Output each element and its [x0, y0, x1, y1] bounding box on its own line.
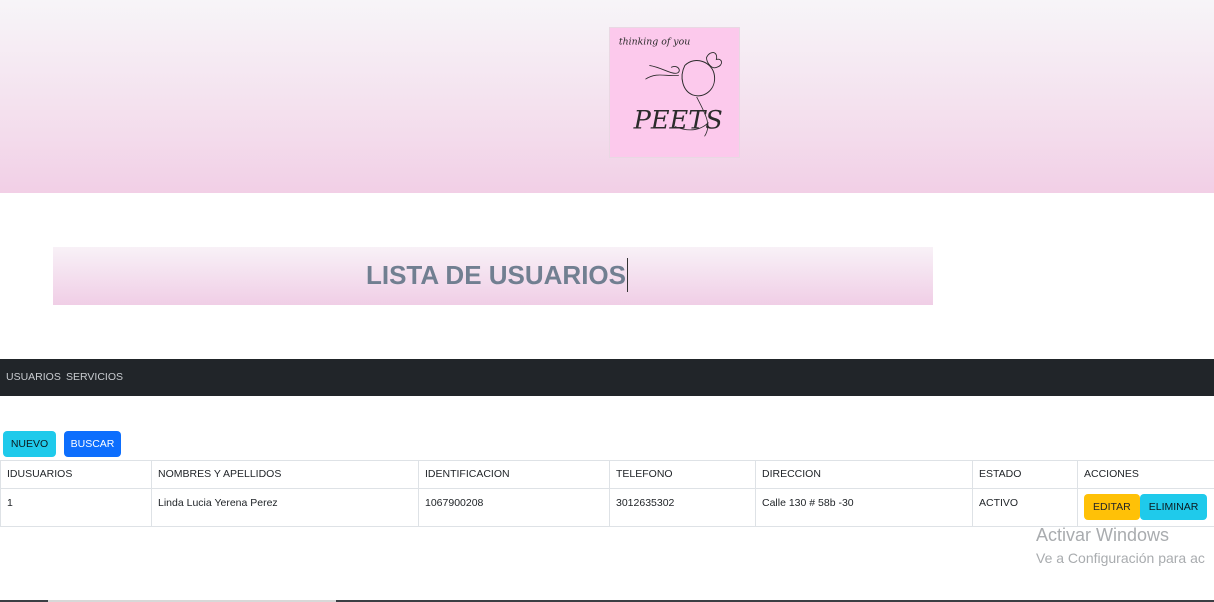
- column-header-phone: TELEFONO: [609, 460, 756, 489]
- page-title: LISTA DE USUARIOS: [365, 260, 626, 290]
- nav-item-servicios[interactable]: SERVICIOS: [66, 359, 123, 396]
- edit-button[interactable]: EDITAR: [1084, 494, 1140, 520]
- column-header-address: DIRECCION: [755, 460, 973, 489]
- text-cursor: [627, 258, 628, 293]
- column-header-identification: IDENTIFICACION: [418, 460, 610, 489]
- logo-artwork: thinking of you PEETS: [619, 37, 723, 137]
- cell-id: 1: [0, 488, 152, 527]
- logo-wordmark: PEETS: [633, 105, 723, 135]
- delete-button[interactable]: ELIMINAR: [1139, 494, 1208, 520]
- table-header-row: IDUSUARIOS NOMBRES Y APELLIDOS IDENTIFIC…: [0, 460, 1214, 489]
- page-title-banner: LISTA DE USUARIOS: [53, 247, 933, 305]
- column-header-id: IDUSUARIOS: [0, 460, 152, 489]
- column-header-status: ESTADO: [972, 460, 1078, 489]
- page-title-wrap: LISTA DE USUARIOS: [53, 247, 933, 305]
- users-table: IDUSUARIOS NOMBRES Y APELLIDOS IDENTIFIC…: [0, 460, 1214, 527]
- header-banner: thinking of you PEETS: [0, 0, 1214, 193]
- new-user-button[interactable]: NUEVO: [3, 431, 56, 457]
- watermark-subtitle: Ve a Configuración para ac: [1036, 550, 1205, 566]
- search-button[interactable]: BUSCAR: [64, 431, 121, 457]
- nav-item-usuarios[interactable]: USUARIOS: [6, 359, 61, 396]
- cell-address: Calle 130 # 58b -30: [755, 488, 973, 527]
- column-header-actions: ACCIONES: [1077, 460, 1214, 489]
- windows-activation-watermark: Activar Windows Ve a Configuración para …: [1036, 524, 1205, 568]
- cell-actions: EDITAR ELIMINAR: [1077, 488, 1214, 527]
- cell-identification: 1067900208: [418, 488, 610, 527]
- table-row: 1 Linda Lucia Yerena Perez 1067900208 30…: [0, 488, 1214, 527]
- column-header-name: NOMBRES Y APELLIDOS: [151, 460, 419, 489]
- cell-name: Linda Lucia Yerena Perez: [151, 488, 419, 527]
- cell-phone: 3012635302: [609, 488, 756, 527]
- watermark-title: Activar Windows: [1036, 525, 1170, 545]
- cell-status: ACTIVO: [972, 488, 1078, 527]
- logo-tagline: thinking of you: [619, 37, 690, 48]
- brand-logo: thinking of you PEETS: [609, 27, 740, 158]
- main-navbar: USUARIOS SERVICIOS: [0, 359, 1214, 396]
